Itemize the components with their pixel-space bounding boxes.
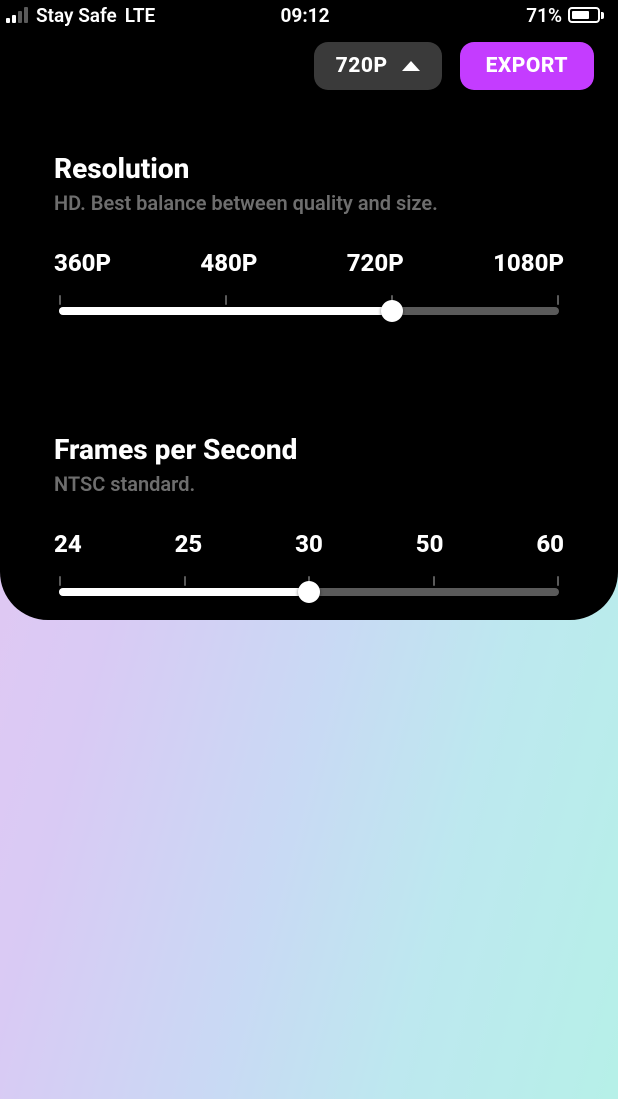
signal-icon xyxy=(6,7,28,23)
resolution-tick-labels: 360P 480P 720P 1080P xyxy=(54,249,564,277)
resolution-option-label: 480P xyxy=(200,249,257,277)
screen: Stay Safe LTE 09:12 71% 720P EXPORT xyxy=(0,0,618,1099)
fps-option-label: 30 xyxy=(295,530,323,558)
slider-fill xyxy=(59,588,309,596)
battery-percent: 71% xyxy=(526,4,562,27)
resolution-section: Resolution HD. Best balance between qual… xyxy=(0,152,618,323)
export-panel: Stay Safe LTE 09:12 71% 720P EXPORT xyxy=(0,0,618,620)
fps-subtitle: NTSC standard. xyxy=(54,472,564,496)
clock: 09:12 xyxy=(281,4,330,27)
fps-option-label: 60 xyxy=(536,530,564,558)
resolution-subtitle: HD. Best balance between quality and siz… xyxy=(54,191,564,215)
fps-option-label: 24 xyxy=(54,530,82,558)
export-button[interactable]: EXPORT xyxy=(460,42,594,90)
fps-tick-labels: 24 25 30 50 60 xyxy=(54,530,564,558)
export-button-label: EXPORT xyxy=(486,54,568,78)
fps-section: Frames per Second NTSC standard. 24 25 30 5… xyxy=(0,433,618,604)
resolution-dropdown[interactable]: 720P xyxy=(314,42,442,90)
resolution-option-label: 1080P xyxy=(493,249,564,277)
resolution-title: Resolution xyxy=(54,152,564,185)
battery-icon xyxy=(568,7,604,23)
carrier-label: Stay Safe xyxy=(36,4,117,27)
slider-fill xyxy=(59,307,392,315)
status-bar: Stay Safe LTE 09:12 71% xyxy=(0,0,618,30)
top-buttons: 720P EXPORT xyxy=(0,30,618,90)
network-label: LTE xyxy=(125,4,155,27)
slider-thumb[interactable] xyxy=(381,300,403,322)
slider-thumb[interactable] xyxy=(298,581,320,603)
status-right: 71% xyxy=(329,4,604,27)
status-left: Stay Safe LTE xyxy=(6,4,281,27)
fps-title: Frames per Second xyxy=(54,433,564,466)
fps-option-label: 25 xyxy=(175,530,203,558)
chevron-up-icon xyxy=(402,61,420,71)
fps-option-label: 50 xyxy=(416,530,444,558)
resolution-option-label: 720P xyxy=(347,249,404,277)
fps-slider[interactable] xyxy=(54,580,564,604)
resolution-dropdown-label: 720P xyxy=(336,54,388,78)
resolution-slider[interactable] xyxy=(54,299,564,323)
resolution-option-label: 360P xyxy=(54,249,111,277)
